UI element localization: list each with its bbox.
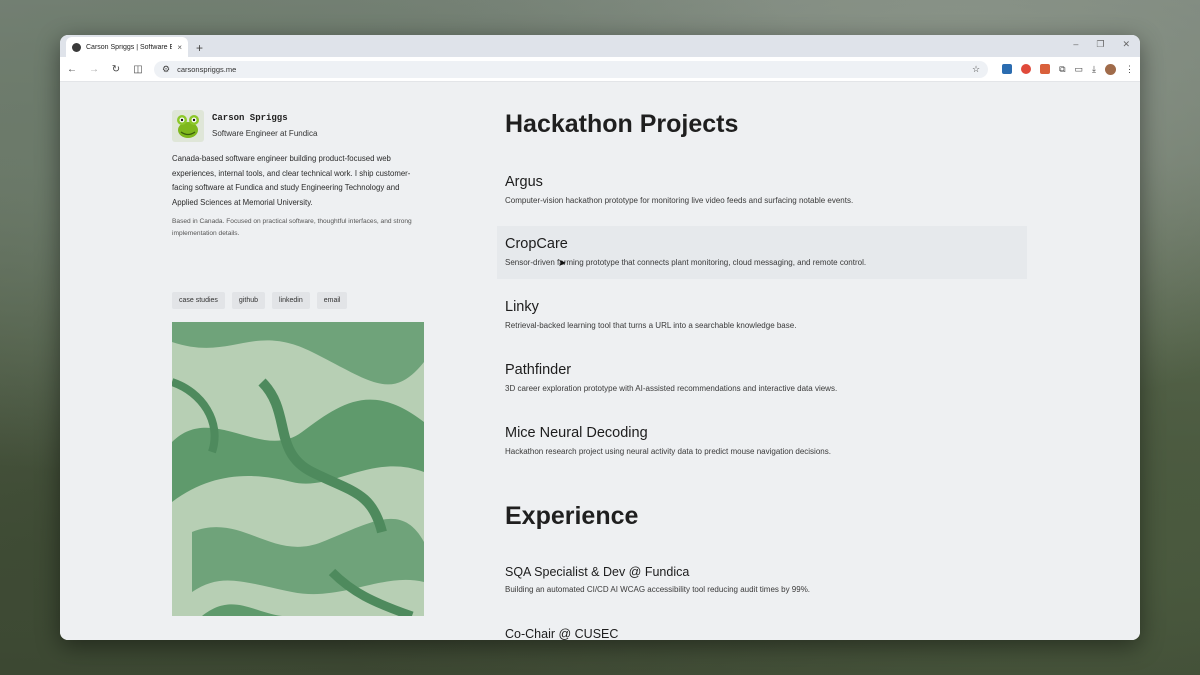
web-page: Carson Spriggs Software Engineer at Fund… xyxy=(60,82,1140,640)
split-view-icon[interactable]: ◫ xyxy=(132,64,144,75)
experience-role: SQA Specialist & Dev @ Fundica xyxy=(505,565,690,579)
browser-tab[interactable]: Carson Spriggs | Software Engineer × xyxy=(66,37,188,57)
site-info-icon[interactable]: ⚙ xyxy=(162,64,170,75)
project-name: Mice Neural Decoding xyxy=(505,425,648,441)
download-icon[interactable]: ⤓ xyxy=(1092,64,1096,75)
reading-mode-icon[interactable]: ▭ xyxy=(1075,64,1084,75)
avatar xyxy=(172,110,204,142)
menu-kebab-icon[interactable]: ⋮ xyxy=(1125,64,1134,75)
experience-description: Building an automated CI/CD AI WCAG acce… xyxy=(505,585,811,594)
experience-item[interactable]: SQA Specialist & Dev @ Fundica Building … xyxy=(505,565,1025,594)
profile-location-note: Based in Canada. Focused on practical so… xyxy=(172,218,412,237)
project-item[interactable]: Pathfinder 3D career exploration prototy… xyxy=(505,362,1025,393)
tab-bar: Carson Spriggs | Software Engineer × + –… xyxy=(60,35,1140,57)
profile-header: Carson Spriggs Software Engineer at Fund… xyxy=(172,110,317,142)
extension-icon[interactable] xyxy=(1021,64,1032,74)
link-email[interactable]: email xyxy=(316,292,348,309)
new-tab-button[interactable]: + xyxy=(196,41,203,55)
project-name: Linky xyxy=(505,299,539,315)
project-item[interactable]: Linky Retrieval-backed learning tool tha… xyxy=(505,299,1025,330)
browser-window: Carson Spriggs | Software Engineer × + –… xyxy=(60,35,1140,640)
reload-icon[interactable]: ↻ xyxy=(110,64,122,75)
profile-bio: Canada-based software engineer building … xyxy=(172,154,411,207)
experience-section-title: Experience xyxy=(505,502,639,530)
address-bar[interactable]: ⚙ carsonspriggs.me ☆ xyxy=(154,60,989,78)
link-case-studies[interactable]: case studies xyxy=(172,292,225,309)
extensions-area: ⧉ ▭ ⤓ ⋮ xyxy=(1002,63,1134,75)
frog-avatar-icon xyxy=(177,115,199,138)
project-item[interactable]: Argus Computer-vision hackathon prototyp… xyxy=(505,174,1025,205)
bookmark-star-icon[interactable]: ☆ xyxy=(972,64,980,75)
forward-icon[interactable]: → xyxy=(88,64,100,75)
tab-close-icon[interactable]: × xyxy=(177,43,182,52)
project-description: 3D career exploration prototype with AI-… xyxy=(505,384,838,393)
mouse-cursor-icon: ➤ xyxy=(558,258,567,269)
experience-item[interactable]: Co-Chair @ CUSEC xyxy=(505,627,1025,640)
profile-role: Software Engineer at Fundica xyxy=(212,129,318,138)
browser-toolbar: ← → ↻ ◫ ⚙ carsonspriggs.me ☆ ⧉ ▭ ⤓ ⋮ xyxy=(60,57,1140,82)
project-item[interactable]: CropCare Sensor-driven farming prototype… xyxy=(497,226,1027,279)
favicon-icon xyxy=(72,42,81,52)
project-name: Argus xyxy=(505,174,543,190)
project-name: Pathfinder xyxy=(505,362,572,378)
project-description: Computer-vision hackathon prototype for … xyxy=(505,196,854,205)
link-linkedin[interactable]: linkedin xyxy=(272,292,310,309)
puzzle-extensions-icon[interactable]: ⧉ xyxy=(1059,64,1065,75)
marbled-artwork xyxy=(172,322,424,616)
link-github[interactable]: github xyxy=(231,292,265,309)
close-window-icon[interactable]: ✕ xyxy=(1122,39,1130,50)
experience-role: Co-Chair @ CUSEC xyxy=(505,627,619,640)
extension-icon[interactable] xyxy=(1040,64,1051,74)
profile-name: Carson Spriggs xyxy=(212,113,288,123)
project-name: CropCare xyxy=(505,236,568,252)
extension-icon[interactable] xyxy=(1002,64,1013,74)
profile-avatar-icon[interactable] xyxy=(1105,63,1116,75)
project-description: Sensor-driven farming prototype that con… xyxy=(505,258,867,267)
maximize-icon[interactable]: ❐ xyxy=(1096,39,1104,50)
hackathon-section-title: Hackathon Projects xyxy=(505,110,739,138)
minimize-icon[interactable]: – xyxy=(1073,39,1078,50)
marble-pattern-image xyxy=(172,322,424,616)
social-links: case studies github linkedin email xyxy=(172,292,348,309)
project-description: Retrieval-backed learning tool that turn… xyxy=(505,321,797,330)
project-item[interactable]: Mice Neural Decoding Hackathon research … xyxy=(505,425,1025,456)
tab-title: Carson Spriggs | Software Engineer xyxy=(86,43,173,51)
url-text: carsonspriggs.me xyxy=(177,64,237,74)
window-controls: – ❐ ✕ xyxy=(1073,39,1130,50)
back-icon[interactable]: ← xyxy=(66,64,78,75)
project-description: Hackathon research project using neural … xyxy=(505,447,831,456)
